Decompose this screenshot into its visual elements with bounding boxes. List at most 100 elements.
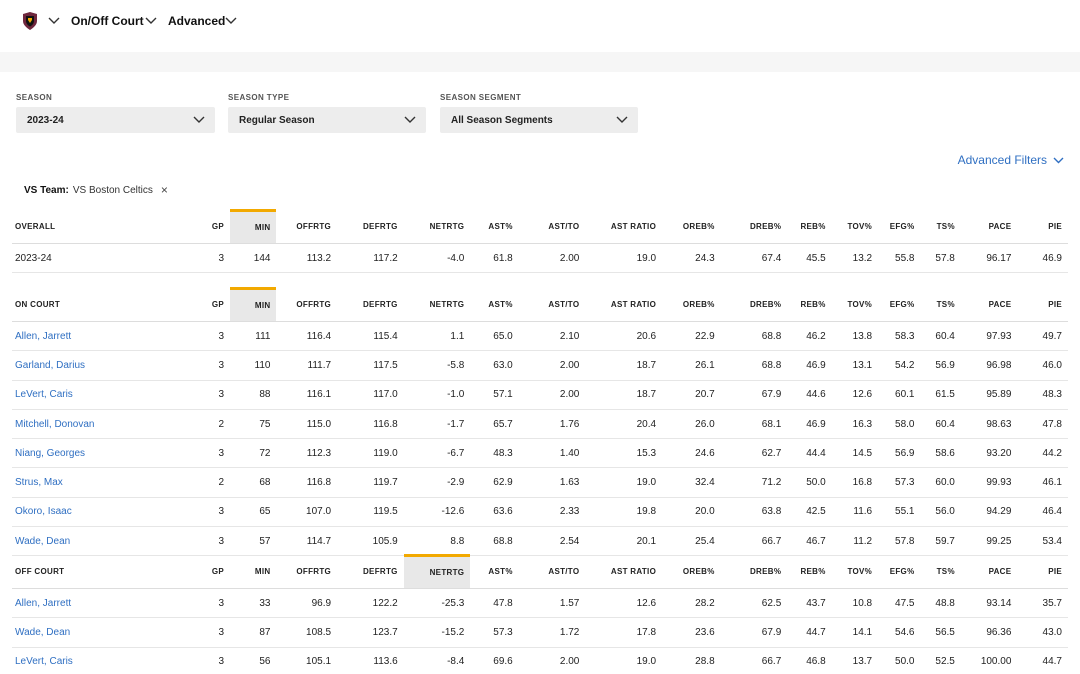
column-header-netrtg[interactable]: NETRTG: [403, 210, 471, 244]
stat-cell-tov-: 13.7: [831, 647, 879, 674]
stat-cell-pace: 93.20: [960, 438, 1018, 469]
column-header-defrtg[interactable]: DEFRTG: [337, 210, 404, 244]
on-off-court-menu[interactable]: On/Off Court: [71, 14, 144, 28]
player-link[interactable]: Niang, Georges: [12, 438, 200, 469]
stat-cell-oreb-: 28.2: [662, 588, 721, 619]
column-header-pace[interactable]: PACE: [960, 288, 1018, 322]
team-chevron-down-icon[interactable]: [48, 15, 60, 25]
column-header-ast-[interactable]: AST%: [470, 210, 519, 244]
stat-cell-pie: 35.7: [1017, 588, 1068, 619]
column-header-ast-ratio[interactable]: AST RATIO: [585, 288, 663, 322]
advanced-menu[interactable]: Advanced: [168, 14, 225, 28]
stat-cell-dreb-: 62.5: [720, 588, 788, 619]
player-link[interactable]: Wade, Dean: [12, 526, 200, 557]
column-header-defrtg[interactable]: DEFRTG: [337, 288, 404, 322]
column-header-ast-to[interactable]: AST/TO: [518, 555, 586, 589]
column-header-min[interactable]: MIN: [230, 209, 277, 244]
stat-cell-gp: 3: [199, 321, 231, 352]
column-header-ast-to[interactable]: AST/TO: [518, 210, 586, 244]
team-logo-icon[interactable]: [22, 12, 38, 30]
season-segment-value: All Season Segments: [451, 115, 553, 126]
column-header-gp[interactable]: GP: [199, 210, 231, 244]
player-link[interactable]: Garland, Darius: [12, 350, 200, 381]
stat-cell-reb-: 46.8: [787, 647, 832, 674]
chevron-down-icon: [616, 116, 628, 123]
player-link[interactable]: Mitchell, Donovan: [12, 409, 200, 440]
stat-cell-efg-: 50.0: [878, 647, 921, 674]
column-header-reb-[interactable]: REB%: [787, 210, 832, 244]
column-header-min[interactable]: MIN: [230, 287, 277, 322]
stat-cell-ast-ratio: 15.3: [585, 438, 663, 469]
column-header-oreb-[interactable]: OREB%: [662, 555, 721, 589]
stat-cell-pie: 46.4: [1017, 497, 1068, 528]
column-header-dreb-[interactable]: DREB%: [720, 210, 788, 244]
stat-cell-gp: 2: [199, 467, 231, 498]
season-type-select[interactable]: Regular Season: [228, 107, 426, 133]
column-header-min[interactable]: MIN: [230, 555, 277, 589]
player-link[interactable]: Allen, Jarrett: [12, 321, 200, 352]
column-header-pie[interactable]: PIE: [1017, 555, 1068, 589]
column-header-defrtg[interactable]: DEFRTG: [337, 555, 404, 589]
player-link[interactable]: Okoro, Isaac: [12, 497, 200, 528]
column-header-reb-[interactable]: REB%: [787, 288, 832, 322]
column-header-ast-ratio[interactable]: AST RATIO: [585, 555, 663, 589]
column-header-efg-[interactable]: EFG%: [878, 210, 921, 244]
stat-cell-ast-: 69.6: [470, 647, 519, 674]
column-header-netrtg[interactable]: NETRTG: [403, 288, 471, 322]
column-header-tov-[interactable]: TOV%: [831, 555, 879, 589]
stat-cell-ast-to: 2.00: [518, 380, 586, 410]
column-header-dreb-[interactable]: DREB%: [720, 288, 788, 322]
stat-cell-efg-: 54.2: [878, 350, 921, 381]
stat-cell-reb-: 44.7: [787, 617, 832, 648]
column-header-reb-[interactable]: REB%: [787, 555, 832, 589]
on-court-table: ON COURT GP MIN OFFRTG DEFRTG NETRTG AST% AST/T…: [12, 287, 1068, 557]
column-header-pace[interactable]: PACE: [960, 555, 1018, 589]
stat-cell-ts-: 60.4: [920, 321, 961, 352]
column-header-ts-[interactable]: TS%: [920, 555, 961, 589]
column-header-efg-[interactable]: EFG%: [878, 555, 921, 589]
column-header-ts-[interactable]: TS%: [920, 210, 961, 244]
stat-cell-gp: 3: [199, 526, 231, 557]
season-select[interactable]: 2023-24: [16, 107, 215, 133]
season-segment-select[interactable]: All Season Segments: [440, 107, 638, 133]
advanced-filters-link[interactable]: Advanced Filters: [958, 153, 1064, 167]
close-icon[interactable]: ×: [161, 183, 168, 197]
stat-cell-offrtg: 96.9: [276, 588, 338, 619]
column-header-gp[interactable]: GP: [199, 555, 231, 589]
column-header-ast-to[interactable]: AST/TO: [518, 288, 586, 322]
column-header-oreb-[interactable]: OREB%: [662, 288, 721, 322]
stat-cell-tov-: 14.5: [831, 438, 879, 469]
stat-cell-tov-: 16.3: [831, 409, 879, 440]
table-row: Allen, Jarrett 3 33 96.9 122.2 -25.3 47.8 1.57 1…: [12, 588, 1068, 619]
stat-cell-pace: 96.36: [960, 617, 1018, 648]
player-link[interactable]: Strus, Max: [12, 467, 200, 498]
column-header-pace[interactable]: PACE: [960, 210, 1018, 244]
stat-cell-gp: 3: [199, 243, 231, 274]
stat-cell-offrtg: 116.8: [276, 467, 338, 498]
on-off-chevron-down-icon[interactable]: [145, 15, 157, 25]
stat-cell-reb-: 44.6: [787, 380, 832, 410]
column-header-ast-[interactable]: AST%: [470, 555, 519, 589]
column-header-offrtg[interactable]: OFFRTG: [276, 288, 338, 322]
stat-cell-gp: 3: [199, 350, 231, 381]
stat-cell-netrtg: -12.6: [403, 497, 471, 528]
column-header-netrtg[interactable]: NETRTG: [403, 554, 471, 589]
column-header-dreb-[interactable]: DREB%: [720, 555, 788, 589]
advanced-chevron-down-icon[interactable]: [225, 15, 237, 25]
player-link[interactable]: Allen, Jarrett: [12, 588, 200, 619]
player-link[interactable]: LeVert, Caris: [12, 647, 200, 674]
column-header-offrtg[interactable]: OFFRTG: [276, 210, 338, 244]
column-header-pie[interactable]: PIE: [1017, 288, 1068, 322]
player-link[interactable]: LeVert, Caris: [12, 380, 200, 410]
column-header-ast-[interactable]: AST%: [470, 288, 519, 322]
column-header-ts-[interactable]: TS%: [920, 288, 961, 322]
column-header-tov-[interactable]: TOV%: [831, 210, 879, 244]
column-header-offrtg[interactable]: OFFRTG: [276, 555, 338, 589]
column-header-oreb-[interactable]: OREB%: [662, 210, 721, 244]
player-link[interactable]: Wade, Dean: [12, 617, 200, 648]
column-header-ast-ratio[interactable]: AST RATIO: [585, 210, 663, 244]
column-header-gp[interactable]: GP: [199, 288, 231, 322]
column-header-tov-[interactable]: TOV%: [831, 288, 879, 322]
column-header-pie[interactable]: PIE: [1017, 210, 1068, 244]
column-header-efg-[interactable]: EFG%: [878, 288, 921, 322]
